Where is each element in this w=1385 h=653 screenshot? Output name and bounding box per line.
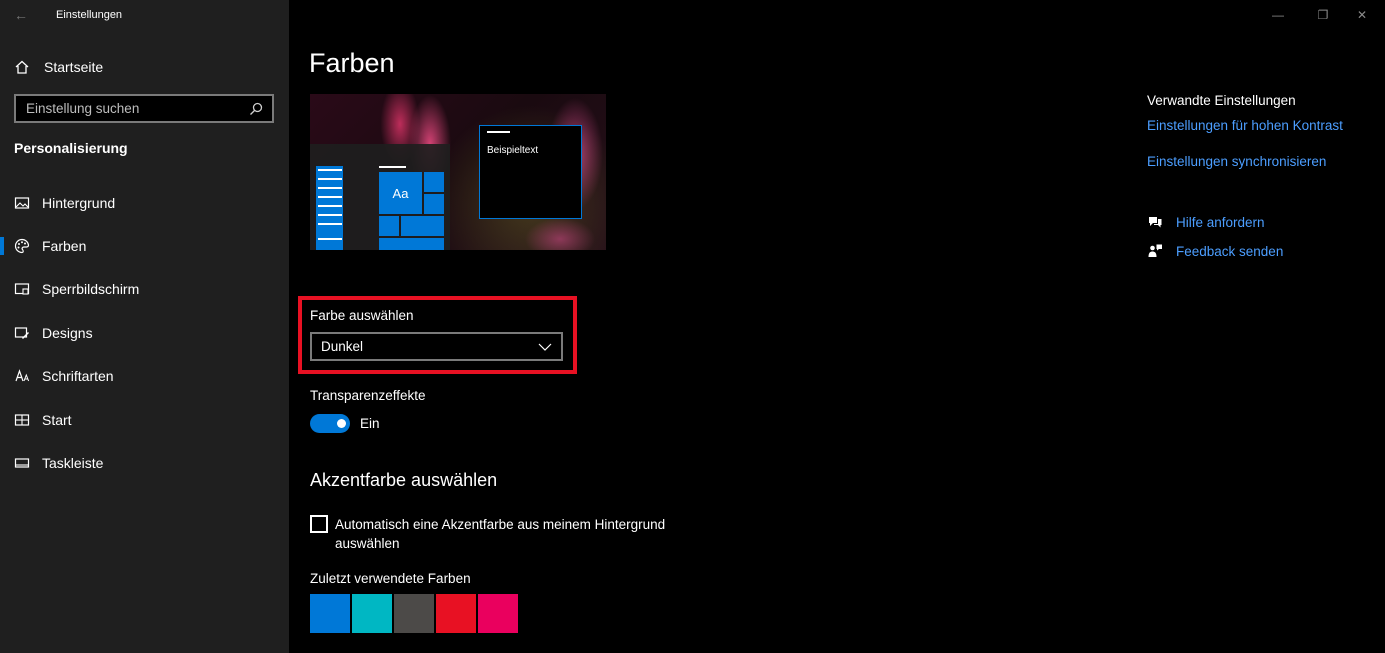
preview-tile <box>379 216 399 236</box>
color-swatch[interactable] <box>310 594 350 633</box>
sync-settings-link[interactable]: Einstellungen synchronisieren <box>1147 154 1326 169</box>
fonts-icon <box>14 368 30 384</box>
image-icon <box>14 195 30 211</box>
minimize-button[interactable]: — <box>1255 0 1301 30</box>
maximize-icon: ❐ <box>1317 8 1329 22</box>
home-label: Startseite <box>44 59 104 75</box>
search-box[interactable] <box>14 94 274 123</box>
transparency-label: Transparenzeffekte <box>310 388 426 403</box>
home-nav-item[interactable]: Startseite <box>14 55 103 79</box>
feedback-row[interactable]: Feedback senden <box>1147 243 1283 259</box>
toggle-knob <box>337 419 346 428</box>
recent-colors <box>310 594 518 633</box>
get-help-link[interactable]: Hilfe anfordern <box>1176 215 1265 230</box>
color-swatch[interactable] <box>394 594 434 633</box>
sidebar-item-label: Sperrbildschirm <box>42 281 140 298</box>
feedback-icon <box>1147 243 1163 259</box>
transparency-toggle[interactable] <box>310 414 350 433</box>
sidebar-item-label: Hintergrund <box>42 194 116 211</box>
sidebar-item-schriftarten[interactable]: Schriftarten <box>0 355 289 398</box>
feedback-link[interactable]: Feedback senden <box>1176 244 1283 259</box>
sidebar-item-label: Taskleiste <box>42 455 104 472</box>
start-icon <box>14 412 30 428</box>
preview-line <box>318 223 342 225</box>
preview-line <box>318 169 342 171</box>
themes-icon <box>14 325 30 341</box>
auto-accent-label[interactable]: Automatisch eine Akzentfarbe aus meinem … <box>335 515 695 553</box>
preview-tile <box>379 238 444 250</box>
color-mode-dropdown[interactable]: Dunkel <box>310 332 563 361</box>
sidebar-nav: Hintergrund Farben Sperrbildschirm Desig… <box>0 181 289 485</box>
search-icon[interactable] <box>248 101 264 117</box>
color-preview: Aa Beispieltext <box>310 94 606 250</box>
preview-tile-large: Aa <box>379 172 422 214</box>
auto-accent-checkbox[interactable] <box>310 515 328 533</box>
preview-line <box>318 238 342 240</box>
sidebar-item-label: Designs <box>42 324 93 341</box>
preview-tile <box>424 172 444 192</box>
lockscreen-icon <box>14 281 30 297</box>
back-arrow-icon: ← <box>14 7 28 23</box>
preview-sample-text: Beispieltext <box>487 145 539 156</box>
color-swatch[interactable] <box>352 594 392 633</box>
preview-line <box>318 214 342 216</box>
sidebar-item-sperrbildschirm[interactable]: Sperrbildschirm <box>0 268 289 311</box>
sidebar: ← Einstellungen Startseite Personalisier… <box>0 0 289 653</box>
transparency-state: Ein <box>360 416 380 431</box>
preview-line <box>379 166 406 168</box>
recent-colors-label: Zuletzt verwendete Farben <box>310 571 471 586</box>
sidebar-item-label: Farben <box>42 238 87 255</box>
high-contrast-link[interactable]: Einstellungen für hohen Kontrast <box>1147 118 1343 133</box>
color-select-label: Farbe auswählen <box>310 308 414 323</box>
sidebar-item-designs[interactable]: Designs <box>0 311 289 354</box>
title-bar: ← Einstellungen <box>0 0 289 30</box>
chevron-down-icon <box>537 339 553 355</box>
sidebar-item-taskleiste[interactable]: Taskleiste <box>0 441 289 484</box>
back-button[interactable]: ← <box>0 0 42 30</box>
preview-line <box>318 196 342 198</box>
accent-section-title: Akzentfarbe auswählen <box>310 470 498 490</box>
preview-tile <box>401 216 444 236</box>
color-swatch[interactable] <box>436 594 476 633</box>
close-button[interactable]: ✕ <box>1339 0 1385 30</box>
color-swatch[interactable] <box>478 594 518 633</box>
sidebar-item-hintergrund[interactable]: Hintergrund <box>0 181 289 224</box>
preview-tile <box>424 194 444 214</box>
sidebar-item-farben[interactable]: Farben <box>0 224 289 267</box>
app-title: Einstellungen <box>56 9 123 21</box>
get-help-row[interactable]: Hilfe anfordern <box>1147 214 1265 230</box>
preview-window: Beispieltext <box>479 125 582 219</box>
sidebar-item-start[interactable]: Start <box>0 398 289 441</box>
minimize-icon: — <box>1272 8 1284 22</box>
dropdown-value: Dunkel <box>321 339 364 354</box>
page-title: Farben <box>309 48 395 78</box>
preview-window-bar <box>487 131 510 133</box>
related-settings-heading: Verwandte Einstellungen <box>1147 93 1296 108</box>
taskbar-icon <box>14 455 30 471</box>
sidebar-item-label: Schriftarten <box>42 368 114 385</box>
palette-icon <box>14 238 30 254</box>
preview-line <box>318 178 342 180</box>
chat-help-icon <box>1147 214 1163 230</box>
preview-line <box>318 205 342 207</box>
section-heading: Personalisierung <box>14 140 128 156</box>
home-icon <box>14 59 30 75</box>
search-input[interactable] <box>26 101 248 116</box>
close-icon: ✕ <box>1356 8 1368 22</box>
sidebar-item-label: Start <box>42 411 72 428</box>
preview-line <box>318 187 342 189</box>
